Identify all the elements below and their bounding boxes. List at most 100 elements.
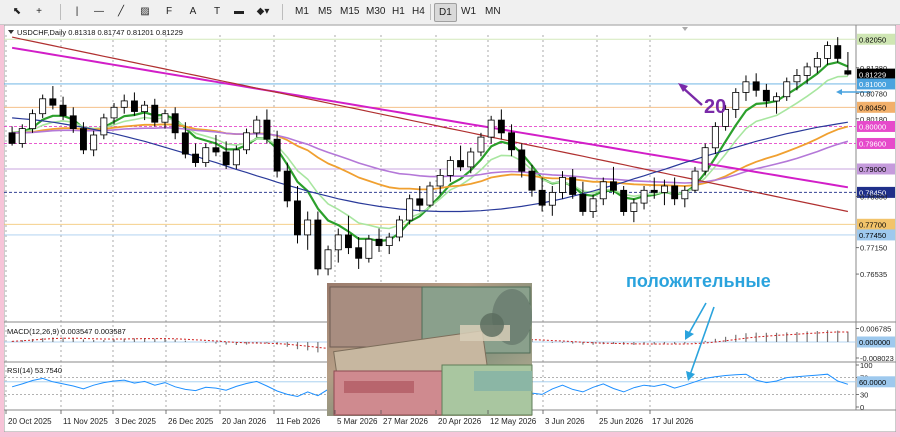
price-tick-label: 0.78350 — [860, 193, 887, 202]
symbol-header: USDCHF,Daily 0.81318 0.81747 0.81201 0.8… — [17, 28, 183, 37]
timeframe-h4[interactable]: H4 — [408, 3, 429, 20]
candle — [610, 181, 617, 191]
candle — [518, 149, 526, 172]
timeframe-m15[interactable]: M15 — [336, 3, 363, 20]
timeframe-h1[interactable]: H1 — [388, 3, 409, 20]
chart-window[interactable]: 20 положительные 0.82050 0.81380 0.81229 0.8… — [3, 24, 897, 433]
candle — [650, 189, 658, 193]
timeframe-m5[interactable]: M5 — [314, 3, 336, 20]
candle — [467, 151, 475, 168]
candle — [773, 96, 780, 102]
price-axis: 0.820500.813800.812290.810000.807800.804… — [856, 33, 895, 412]
candle — [732, 92, 740, 110]
candle — [446, 160, 454, 176]
candle — [630, 202, 638, 212]
price-tick-label: 0.82050 — [859, 35, 886, 44]
time-tick-label: 3 Jun 2026 — [545, 417, 585, 426]
candle — [813, 58, 821, 68]
candle — [110, 106, 118, 119]
candle — [80, 128, 87, 151]
axis-pointer-head — [836, 89, 842, 95]
candle — [385, 236, 393, 247]
candle — [487, 119, 495, 138]
text-icon[interactable]: A — [184, 3, 202, 20]
candle — [151, 104, 159, 123]
candle — [344, 234, 352, 249]
rectangle-icon[interactable]: ▬ — [230, 3, 248, 20]
candle — [793, 75, 801, 83]
candle — [508, 132, 515, 151]
time-tick-label: 20 Jan 2026 — [222, 417, 267, 426]
rsi-tick-label: 0 — [860, 403, 864, 412]
price-tick-label: 0.81000 — [859, 80, 886, 89]
trendline-icon[interactable]: ╱ — [112, 3, 130, 20]
vertical-line-icon[interactable]: | — [68, 3, 86, 20]
timeframe-d1[interactable]: D1 — [434, 3, 457, 22]
annotation-positive: положительные — [626, 271, 771, 291]
time-tick-label: 20 Oct 2025 — [8, 417, 52, 426]
candle — [222, 151, 230, 166]
horizontal-line-icon[interactable]: — — [90, 3, 108, 20]
candle — [681, 189, 689, 200]
timeframe-m30[interactable]: M30 — [362, 3, 389, 20]
candle — [39, 98, 47, 115]
fibonacci-icon[interactable]: F — [160, 3, 178, 20]
annotation-positive-arrowhead-rsi — [686, 371, 695, 381]
toolbar-separator — [60, 4, 61, 20]
usdchf-daily-chart[interactable]: 20положительные 0.820500.813800.812290.8… — [3, 24, 897, 433]
toolbar-separator — [430, 4, 431, 20]
price-tick-label: 0.77450 — [859, 231, 886, 240]
chart-menu-arrow-icon — [8, 30, 14, 34]
candle — [783, 81, 791, 98]
candle — [131, 100, 138, 112]
cursor-icon[interactable]: ⬉ — [8, 3, 26, 20]
toolbar: ⬉ + | — ╱ ▨ F A T ▬ ◆▾ M1 M5 M15 M30 H1 H4 D1 W1 MN — [0, 0, 900, 25]
text-label-icon[interactable]: T — [208, 3, 226, 20]
candle — [406, 198, 414, 221]
candle — [273, 138, 281, 172]
candle — [253, 119, 261, 134]
candle — [18, 128, 26, 144]
candle — [752, 81, 760, 91]
time-tick-label: 26 Dec 2025 — [168, 417, 214, 426]
candle — [293, 200, 301, 236]
candle — [762, 89, 770, 102]
candle — [181, 132, 189, 155]
candle — [844, 70, 852, 75]
candle — [243, 132, 250, 151]
price-tick-label: 0.79600 — [859, 140, 886, 149]
timeframe-w1[interactable]: W1 — [457, 3, 480, 20]
price-tick-label: 0.80450 — [859, 104, 886, 113]
trading-terminal: ⬉ + | — ╱ ▨ F A T ▬ ◆▾ M1 M5 M15 M30 H1 H4 D1 W1 MN — [0, 0, 900, 435]
candle — [212, 147, 220, 153]
channel-icon[interactable]: ▨ — [136, 3, 154, 20]
price-tick-label: 0.81229 — [859, 70, 886, 79]
annotation-positive-arrow-macd — [687, 302, 707, 336]
candle — [263, 119, 271, 140]
candle — [620, 189, 628, 213]
macd-tick-label: 0.000000 — [859, 338, 890, 347]
candle — [559, 177, 566, 193]
candle — [171, 113, 179, 134]
candle — [426, 185, 434, 206]
candle — [824, 45, 831, 59]
candle — [28, 113, 36, 129]
price-tick-label: 0.80000 — [859, 123, 886, 132]
price-tick-label: 0.76535 — [860, 270, 887, 279]
crosshair-icon[interactable]: + — [30, 3, 48, 20]
shapes-icon[interactable]: ◆▾ — [254, 3, 272, 20]
time-tick-label: 20 Apr 2026 — [438, 417, 482, 426]
candle — [477, 136, 485, 153]
timeframe-m1[interactable]: M1 — [291, 3, 313, 20]
candle — [100, 117, 108, 136]
time-tick-label: 11 Feb 2026 — [276, 417, 321, 426]
rsi-tick-label: 100 — [860, 361, 873, 370]
candle — [324, 249, 332, 270]
candle — [314, 219, 322, 270]
candle — [834, 45, 842, 59]
rsi-tick-label: 30 — [860, 390, 868, 399]
price-tick-label: 0.77150 — [860, 244, 887, 253]
candle — [569, 177, 577, 195]
candle — [90, 134, 98, 151]
timeframe-mn[interactable]: MN — [481, 3, 505, 20]
